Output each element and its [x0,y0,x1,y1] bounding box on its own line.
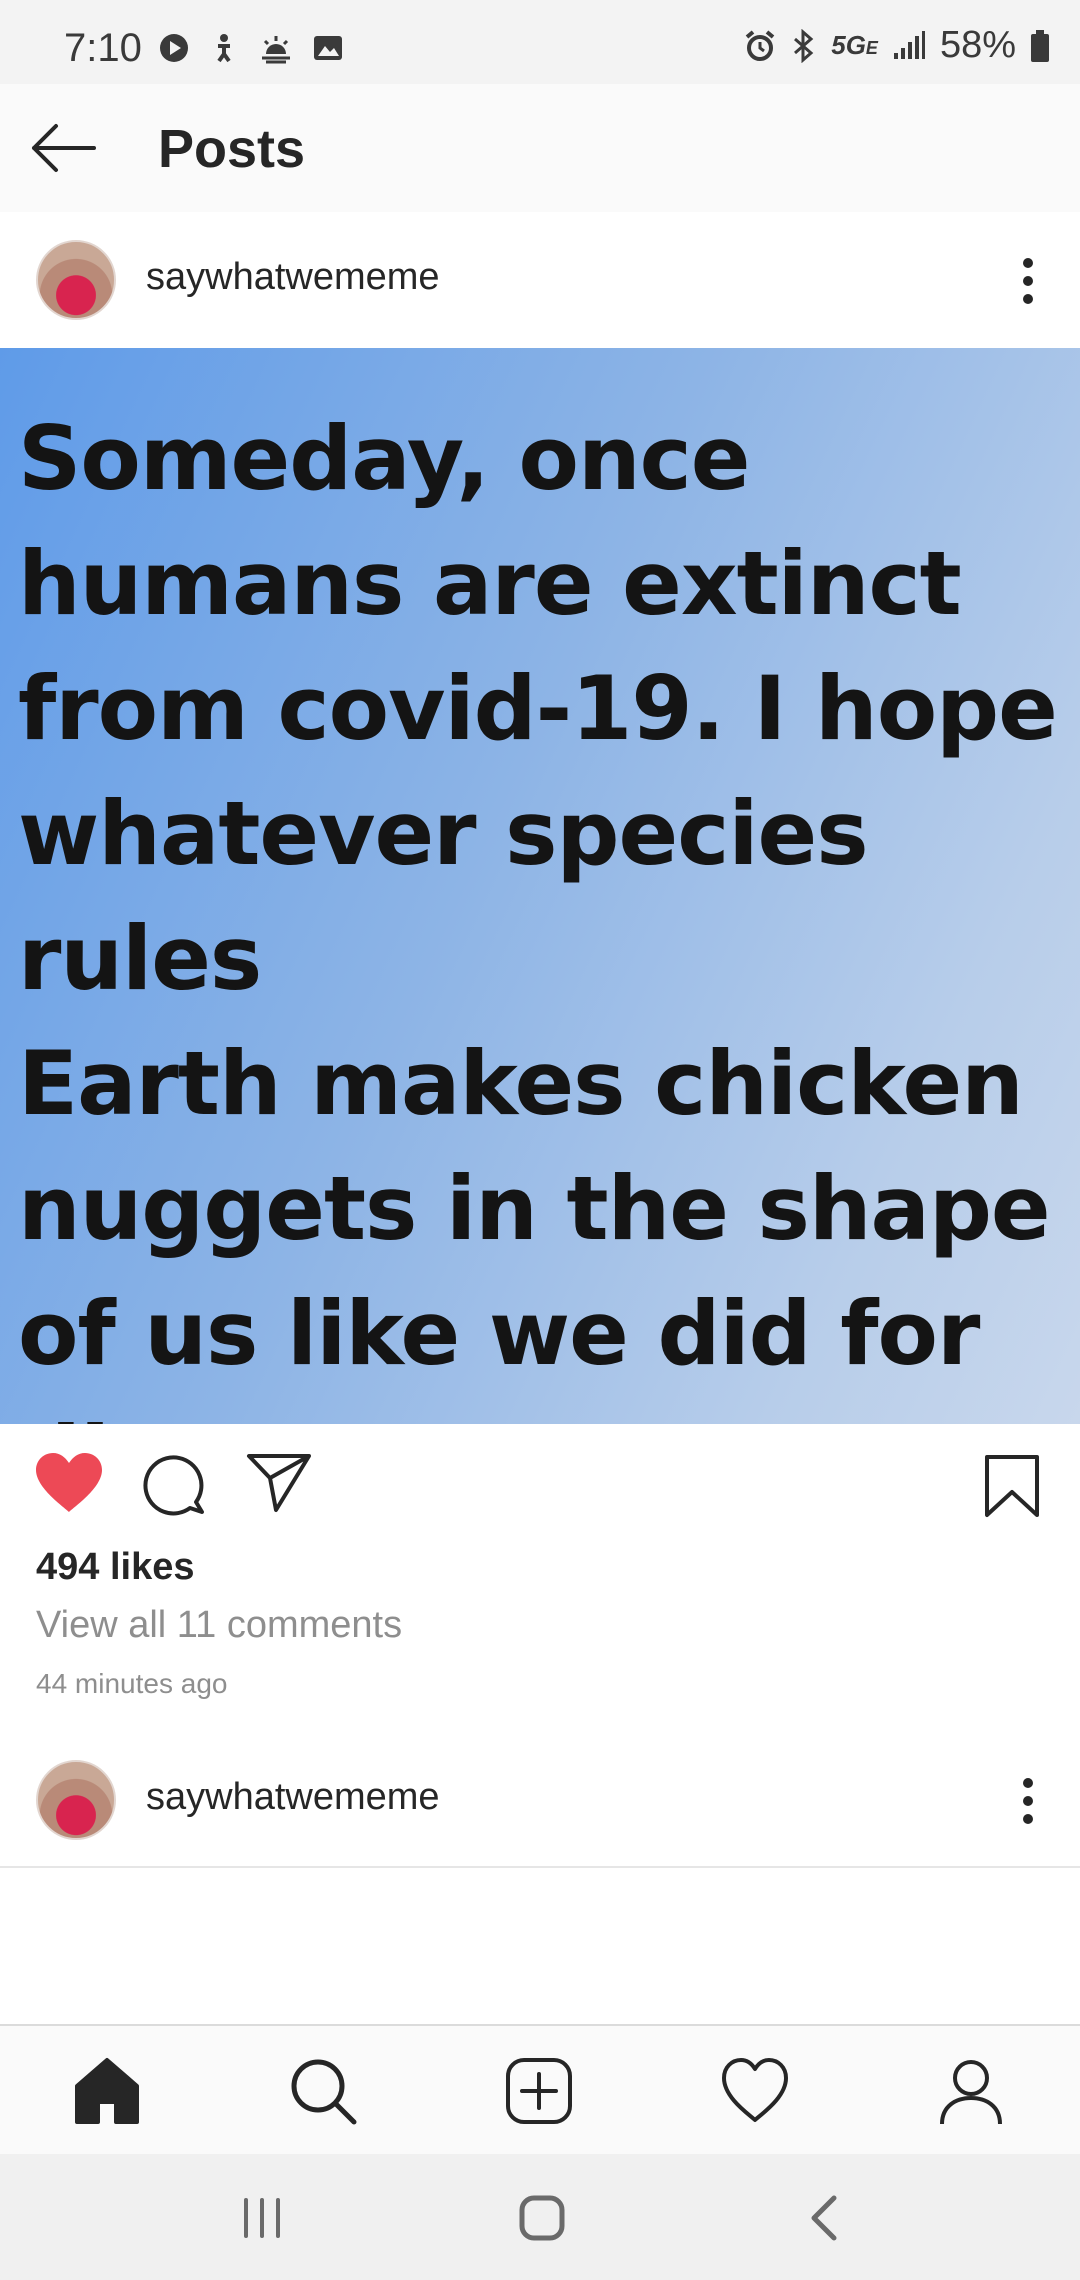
home-button-icon[interactable] [512,2188,572,2248]
weather-icon [262,36,290,64]
heart-icon[interactable] [34,1452,104,1514]
more-options-icon[interactable] [1010,256,1046,306]
post-username[interactable]: saywhatwememe [146,256,440,299]
back-arrow-icon[interactable] [28,118,98,178]
next-post-header: saywhatwememe [0,1732,1080,1868]
comment-icon[interactable] [142,1452,206,1516]
meme-line: whatever species rules [18,782,869,1010]
meme-line: nuggets in the shape [18,1157,1051,1260]
app-header: Posts [0,84,1080,212]
profile-icon[interactable] [936,2056,1006,2126]
likes-count[interactable]: 494 likes [36,1546,194,1589]
post-actions [0,1424,1080,1544]
view-comments-link[interactable]: View all 11 comments [36,1604,402,1647]
battery-icon [1031,29,1049,62]
alarm-icon [745,29,775,61]
bluetooth-icon [794,28,814,63]
meme-line: from covid-19. I hope [18,657,1058,760]
meme-text: Someday, once humans are extinct from co… [18,396,1078,1424]
post-image[interactable]: Someday, once humans are extinct from co… [0,348,1080,1424]
recents-icon[interactable] [232,2188,292,2248]
play-icon [160,34,188,62]
status-left-icons [158,32,344,64]
back-icon[interactable] [794,2188,854,2248]
page-title: Posts [158,119,306,179]
meme-line: dinosaurs. [18,1396,1078,1424]
status-right-icons: 5GE 58% [743,24,1050,67]
bottom-nav [0,2024,1080,2154]
meme-line: Earth makes chicken [18,1032,1024,1135]
battery-percent: 58% [939,24,1016,66]
meme-line: Someday, once [18,407,750,510]
share-icon[interactable] [246,1452,312,1514]
meme-line: humans are extinct [18,532,962,635]
home-icon[interactable] [72,2056,142,2126]
accessibility-icon [217,34,231,63]
avatar[interactable] [36,1760,116,1840]
post-timestamp: 44 minutes ago [36,1668,228,1699]
post-header: saywhatwememe [0,212,1080,348]
avatar[interactable] [36,240,116,320]
system-nav-bar [0,2154,1080,2280]
new-post-icon[interactable] [504,2056,574,2126]
signal-icon [893,30,925,59]
search-icon[interactable] [288,2056,358,2126]
gallery-icon [314,36,342,60]
status-time: 7:10 [64,26,142,70]
bookmark-icon[interactable] [984,1454,1040,1518]
meme-line: of us like we did for [18,1282,980,1385]
network-type: 5GE [831,30,878,60]
activity-icon[interactable] [720,2056,790,2126]
more-options-icon[interactable] [1010,1776,1046,1826]
status-bar: 7:10 5GE 58% [0,0,1080,84]
post-username[interactable]: saywhatwememe [146,1776,440,1819]
